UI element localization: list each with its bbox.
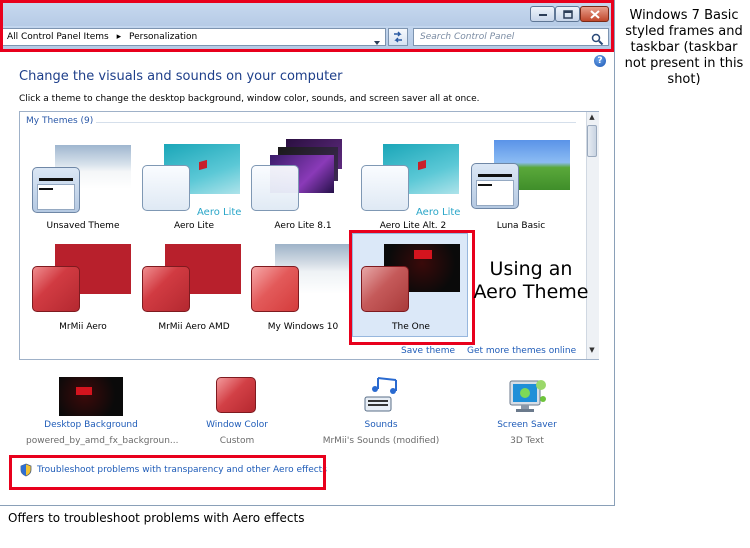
theme-name: Luna Basic (496, 221, 546, 231)
theme-color-swatch (361, 165, 409, 211)
theme-tile-mrmii-aero[interactable]: MrMii Aero (28, 236, 138, 348)
sounds-setting[interactable]: Sounds MrMii's Sounds (modified) (316, 375, 446, 455)
annotation-frame-selected-theme (349, 230, 475, 345)
setting-label: Screen Saver (497, 420, 557, 430)
theme-color-swatch (32, 167, 80, 213)
theme-name: MrMii Aero (59, 322, 107, 332)
annotation-right: Windows 7 Basic styled frames and taskba… (624, 8, 744, 87)
theme-color-swatch (471, 163, 519, 209)
theme-name: Unsaved Theme (46, 221, 120, 231)
setting-label: Sounds (364, 420, 398, 430)
page-description: Click a theme to change the desktop back… (19, 94, 480, 104)
theme-name: Aero Lite 8.1 (274, 221, 332, 231)
theme-name: MrMii Aero AMD (158, 322, 230, 332)
setting-value: Custom (219, 436, 255, 446)
aero-lite-preview-text: Aero Lite (416, 207, 461, 218)
help-icon[interactable]: ? (594, 55, 606, 67)
theme-tile-aero-lite-81[interactable]: Aero Lite 8.1 (248, 135, 358, 247)
desktop-background-thumbnail (59, 377, 123, 416)
screen-saver-setting[interactable]: Screen Saver 3D Text (462, 375, 592, 455)
setting-label: Window Color (206, 420, 268, 430)
theme-tile-mrmii-aero-amd[interactable]: MrMii Aero AMD (139, 236, 249, 348)
amd-fx-logo-icon (76, 387, 92, 395)
aero-lite-preview-text: Aero Lite (197, 207, 242, 218)
setting-label: Desktop Background (44, 420, 138, 430)
save-theme-link[interactable]: Save theme (401, 346, 455, 356)
scroll-thumb[interactable] (587, 125, 597, 157)
annotation-frame-troubleshoot (9, 455, 326, 490)
annotation-aero-theme: Using an Aero Theme (473, 258, 589, 303)
theme-color-swatch (251, 165, 299, 211)
theme-name: My Windows 10 (267, 322, 339, 332)
setting-value: MrMii's Sounds (modified) (322, 436, 440, 446)
scroll-up-arrow-icon[interactable]: ▲ (587, 113, 597, 123)
theme-color-swatch (32, 266, 80, 312)
annotation-frame-top (0, 0, 614, 52)
page-title: Change the visuals and sounds on your co… (19, 69, 343, 84)
theme-color-swatch (142, 165, 190, 211)
sounds-icon (364, 377, 397, 412)
theme-name: Aero Lite (174, 221, 214, 231)
get-more-themes-link[interactable]: Get more themes online (467, 346, 576, 356)
theme-tile-my-windows-10[interactable]: My Windows 10 (248, 236, 358, 348)
theme-tile-luna-basic[interactable]: Luna Basic (466, 135, 576, 247)
annotation-bottom: Offers to troubleshoot problems with Aer… (8, 511, 305, 525)
theme-color-swatch (142, 266, 190, 312)
setting-value: 3D Text (510, 436, 544, 446)
scroll-down-arrow-icon[interactable]: ▼ (587, 346, 597, 356)
my-themes-group-label[interactable]: My Themes (9) (26, 116, 93, 126)
screen-saver-icon (509, 380, 546, 412)
window-color-swatch (216, 377, 256, 413)
theme-tile-aero-lite[interactable]: Aero Lite Aero Lite (139, 135, 249, 247)
theme-color-swatch (251, 266, 299, 312)
theme-tile-unsaved[interactable]: Unsaved Theme (28, 135, 138, 247)
setting-value: powered_by_amd_fx_backgroun... (26, 436, 179, 446)
window-color-setting[interactable]: Window Color Custom (172, 375, 302, 455)
desktop-background-setting[interactable]: Desktop Background powered_by_amd_fx_bac… (26, 375, 179, 455)
group-divider (96, 122, 576, 123)
